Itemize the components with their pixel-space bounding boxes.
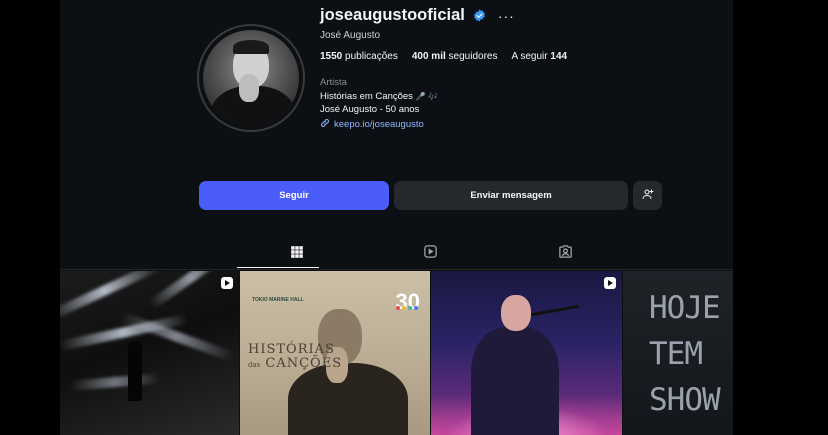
follow-button[interactable]: Seguir — [199, 181, 389, 210]
reel-icon — [604, 277, 616, 289]
show-text: HOJE TEM SHOW — [649, 290, 721, 418]
tab-reels[interactable] — [420, 244, 440, 264]
reel-icon — [221, 277, 233, 289]
username-row: joseaugustooficial ··· — [320, 6, 515, 25]
profile-page: joseaugustooficial ··· José Augusto 1550… — [60, 0, 733, 435]
username: joseaugustooficial — [320, 6, 465, 24]
bio-line-2: José Augusto - 50 anos — [320, 104, 420, 115]
tabs-divider — [60, 269, 733, 270]
tab-posts[interactable] — [287, 244, 307, 264]
posts-stat: 1550 publicações — [320, 51, 398, 62]
tagged-icon — [558, 244, 573, 264]
bio-line-1: Histórias em Canções 🎤 🎶 — [320, 91, 439, 102]
add-person-icon — [642, 188, 654, 203]
bio-emojis: 🎤 🎶 — [415, 92, 439, 101]
reels-icon — [423, 244, 438, 264]
profile-tabs — [60, 240, 733, 270]
poster-title: HISTÓRIAS das CANÇÕES — [248, 342, 343, 371]
verified-badge-icon — [473, 9, 486, 22]
following-stat[interactable]: A seguir 144 — [511, 51, 567, 62]
profile-link[interactable]: keepo.io/joseaugusto — [320, 118, 424, 131]
profile-stats: 1550 publicações 400 mil seguidores A se… — [320, 51, 567, 62]
venue-logo: TOKIO MARINE HALL — [252, 297, 304, 303]
full-name: José Augusto — [320, 30, 381, 41]
link-icon — [320, 118, 330, 131]
posts-grid: TOKIO MARINE HALL 30 HISTÓRIAS das CANÇÕ… — [60, 271, 733, 435]
send-message-button[interactable]: Enviar mensagem — [394, 181, 628, 210]
tab-tagged[interactable] — [555, 244, 575, 264]
profile-category: Artista — [320, 77, 347, 88]
badge-dots — [396, 306, 418, 310]
post-thumbnail-2[interactable]: TOKIO MARINE HALL 30 HISTÓRIAS das CANÇÕ… — [240, 271, 430, 435]
post-thumbnail-3[interactable] — [431, 271, 622, 435]
link-text[interactable]: keepo.io/joseaugusto — [334, 119, 424, 130]
profile-avatar[interactable] — [197, 24, 305, 132]
anniversary-badge: 30 — [395, 289, 420, 314]
more-horizontal-icon[interactable]: ··· — [498, 9, 515, 23]
post-thumbnail-1[interactable] — [60, 271, 239, 435]
microphone — [531, 304, 579, 317]
grid-icon — [290, 245, 304, 264]
avatar-image — [203, 30, 299, 126]
performer-silhouette — [128, 341, 142, 401]
post-thumbnail-4[interactable]: HOJE TEM SHOW — [623, 271, 733, 435]
followers-stat[interactable]: 400 mil seguidores — [412, 51, 498, 62]
suggested-accounts-button[interactable] — [633, 181, 662, 210]
active-tab-indicator — [237, 267, 319, 268]
